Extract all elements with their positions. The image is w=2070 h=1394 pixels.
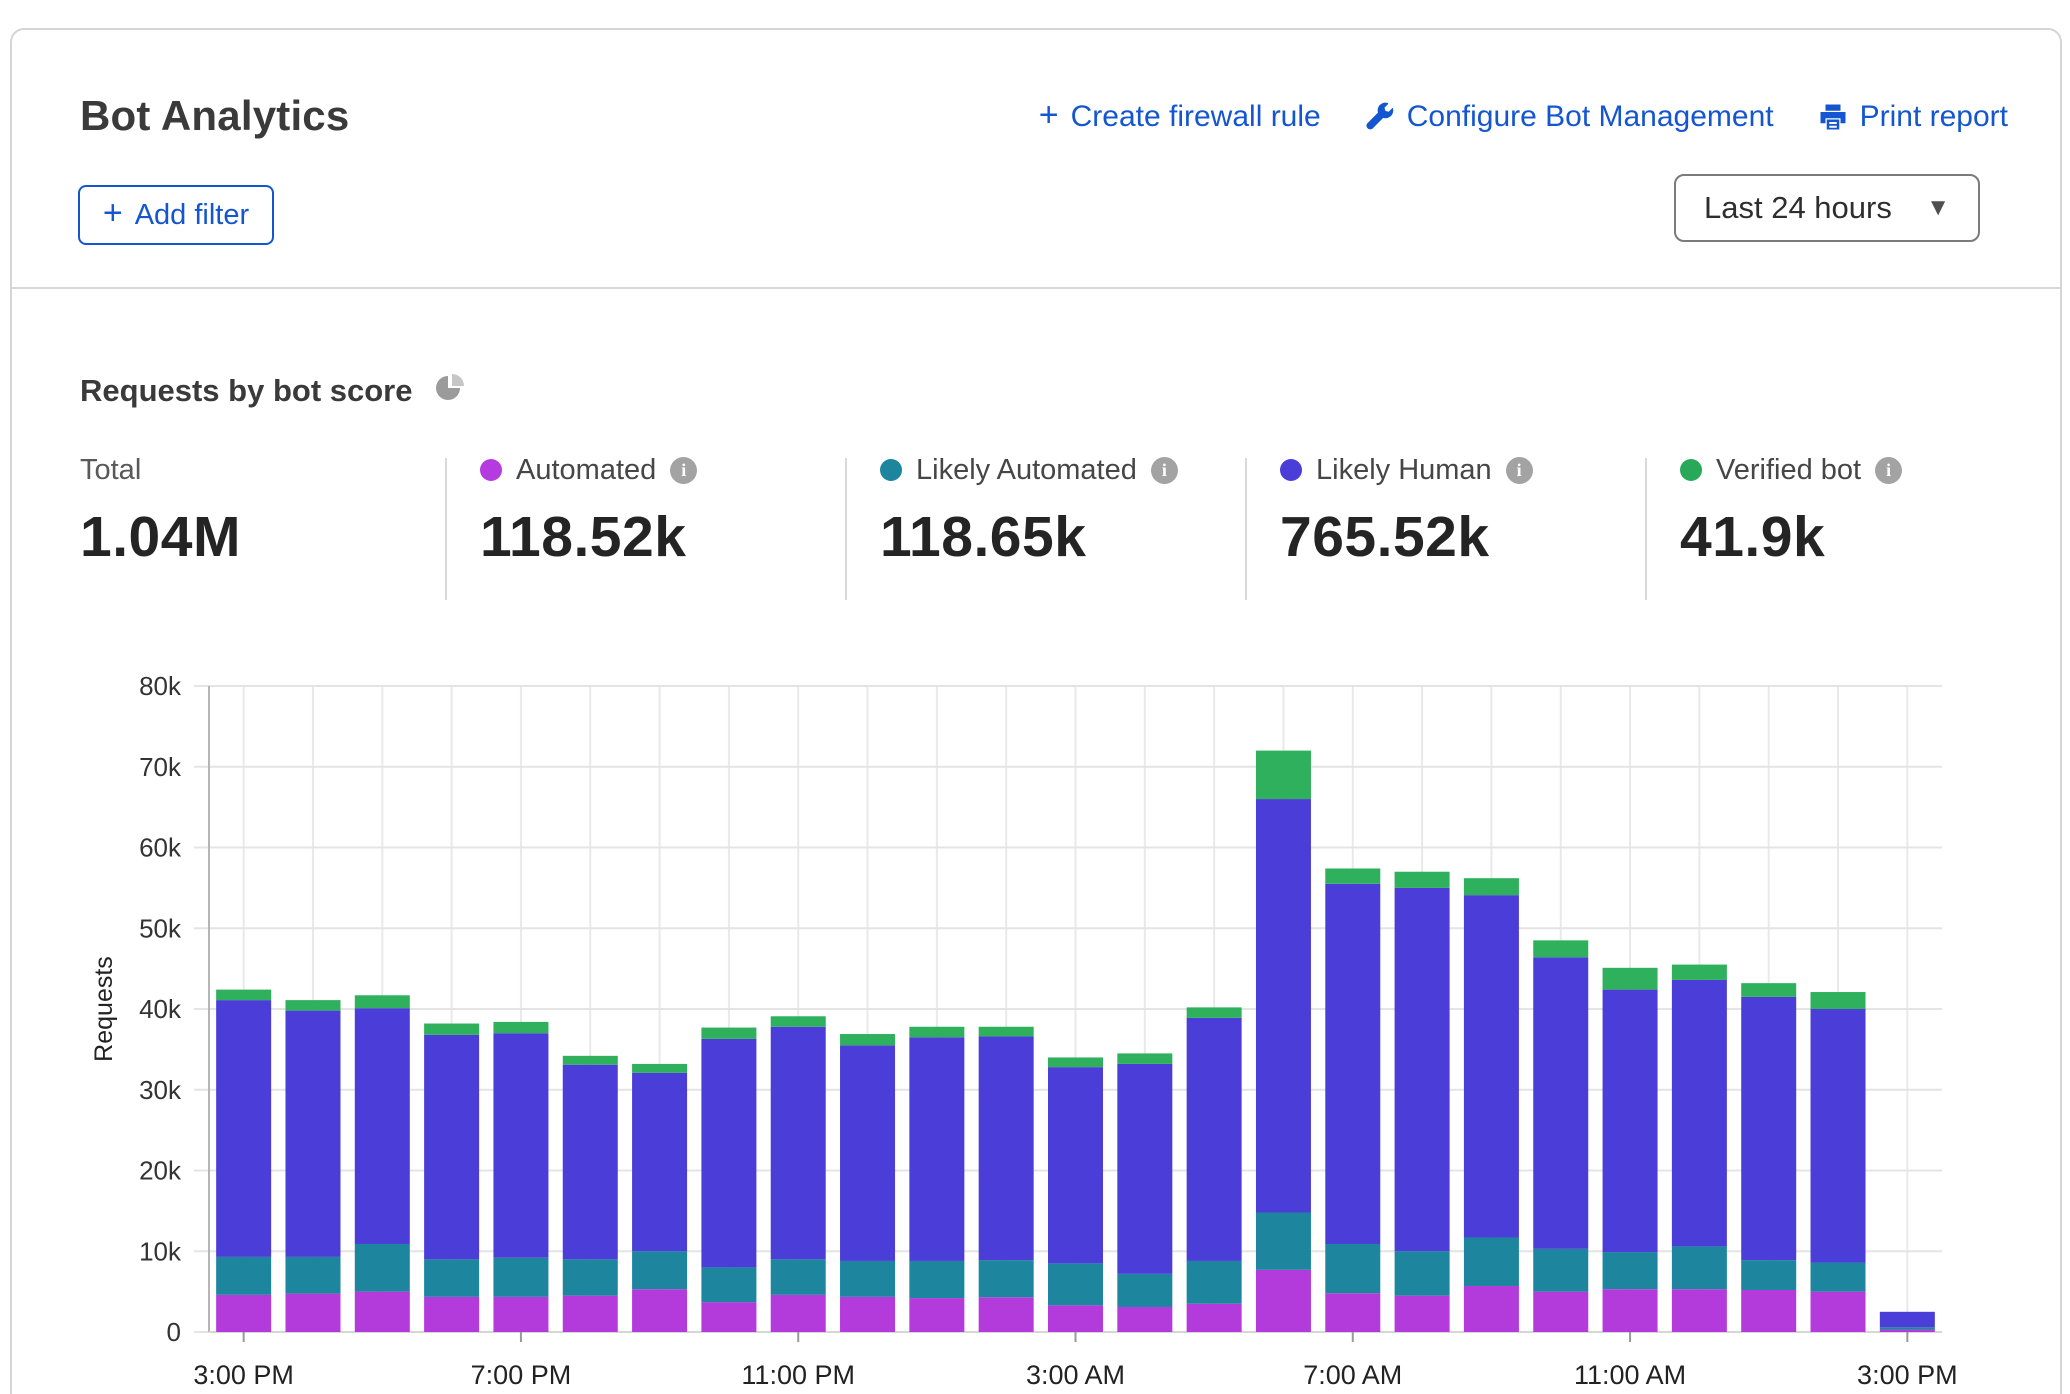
svg-text:20k: 20k (139, 1156, 182, 1186)
svg-text:10k: 10k (139, 1236, 182, 1266)
total-value: 1.04M (80, 504, 241, 570)
verified-bot-legend-dot (1680, 459, 1702, 481)
info-icon[interactable]: i (1875, 457, 1902, 484)
likely-automated-value: 118.65k (880, 504, 1178, 570)
svg-text:11:00 PM: 11:00 PM (741, 1360, 855, 1390)
requests-by-bot-score-chart: 0 10k 20k 30k 40k 50k 60k 70k 80k 3:00 PM 7:00 PM 1… (12, 630, 2070, 1394)
print-report-label: Print report (1860, 100, 2008, 134)
likely-automated-label: Likely Automated (916, 454, 1137, 487)
automated-label: Automated (516, 454, 656, 487)
verified-bot-value: 41.9k (1680, 504, 1902, 570)
header-actions: + Create firewall rule Configure Bot Man… (1039, 100, 2008, 134)
svg-text:3:00 PM: 3:00 PM (1857, 1360, 1958, 1390)
verified-bot-label: Verified bot (1716, 454, 1861, 487)
plus-icon: + (1039, 98, 1059, 132)
svg-text:80k: 80k (139, 671, 182, 701)
create-firewall-rule-link[interactable]: + Create firewall rule (1039, 100, 1321, 134)
likely-human-legend-dot (1280, 459, 1302, 481)
section-title: Requests by bot score (80, 373, 412, 409)
svg-text:60k: 60k (139, 833, 182, 863)
svg-text:7:00 AM: 7:00 AM (1303, 1360, 1402, 1390)
svg-text:3:00 AM: 3:00 AM (1026, 1360, 1125, 1390)
likely-human-value: 765.52k (1280, 504, 1533, 570)
summary-likely-human[interactable]: Likely Human i 765.52k (1280, 450, 1533, 570)
header-separator (12, 287, 2060, 289)
summary-verified-bot[interactable]: Verified bot i 41.9k (1680, 450, 1902, 570)
info-icon[interactable]: i (1151, 457, 1178, 484)
svg-text:40k: 40k (139, 994, 182, 1024)
automated-legend-dot (480, 459, 502, 481)
svg-text:0: 0 (167, 1317, 181, 1347)
summary-total: Total 1.04M (80, 450, 241, 570)
wrench-icon (1365, 102, 1395, 132)
svg-text:3:00 PM: 3:00 PM (193, 1360, 294, 1390)
info-icon[interactable]: i (1506, 457, 1533, 484)
bot-analytics-card: Bot Analytics + Create firewall rule Con… (10, 28, 2062, 1394)
svg-text:11:00 AM: 11:00 AM (1574, 1360, 1686, 1390)
svg-text:30k: 30k (139, 1075, 182, 1105)
configure-bot-management-label: Configure Bot Management (1407, 100, 1774, 134)
create-firewall-rule-label: Create firewall rule (1071, 100, 1321, 134)
printer-icon (1818, 102, 1848, 132)
summary-automated[interactable]: Automated i 118.52k (480, 450, 697, 570)
summary-row: Total 1.04M Automated i 118.52k Likely A… (12, 450, 2060, 620)
automated-value: 118.52k (480, 504, 697, 570)
summary-divider (1645, 458, 1647, 600)
summary-divider (845, 458, 847, 600)
print-report-link[interactable]: Print report (1818, 100, 2008, 134)
svg-text:50k: 50k (139, 913, 182, 943)
likely-human-label: Likely Human (1316, 454, 1492, 487)
time-range-value: Last 24 hours (1704, 190, 1892, 226)
pie-chart-icon (434, 372, 466, 409)
svg-text:7:00 PM: 7:00 PM (471, 1360, 572, 1390)
configure-bot-management-link[interactable]: Configure Bot Management (1365, 100, 1774, 134)
section-title-row: Requests by bot score (80, 372, 466, 409)
likely-automated-legend-dot (880, 459, 902, 481)
page-title: Bot Analytics (80, 92, 349, 140)
add-filter-button[interactable]: + Add filter (78, 185, 274, 245)
total-label: Total (80, 454, 141, 487)
summary-divider (1245, 458, 1247, 600)
chevron-down-icon: ▼ (1926, 194, 1950, 222)
svg-text:Requests: Requests (90, 956, 118, 1062)
time-range-dropdown[interactable]: Last 24 hours ▼ (1674, 174, 1980, 242)
add-filter-label: Add filter (135, 199, 249, 232)
info-icon[interactable]: i (670, 457, 697, 484)
summary-divider (445, 458, 447, 600)
bot-analytics-page: Bot Analytics + Create firewall rule Con… (0, 0, 2070, 1394)
svg-text:70k: 70k (139, 752, 182, 782)
summary-likely-automated[interactable]: Likely Automated i 118.65k (880, 450, 1178, 570)
plus-icon: + (103, 196, 123, 230)
